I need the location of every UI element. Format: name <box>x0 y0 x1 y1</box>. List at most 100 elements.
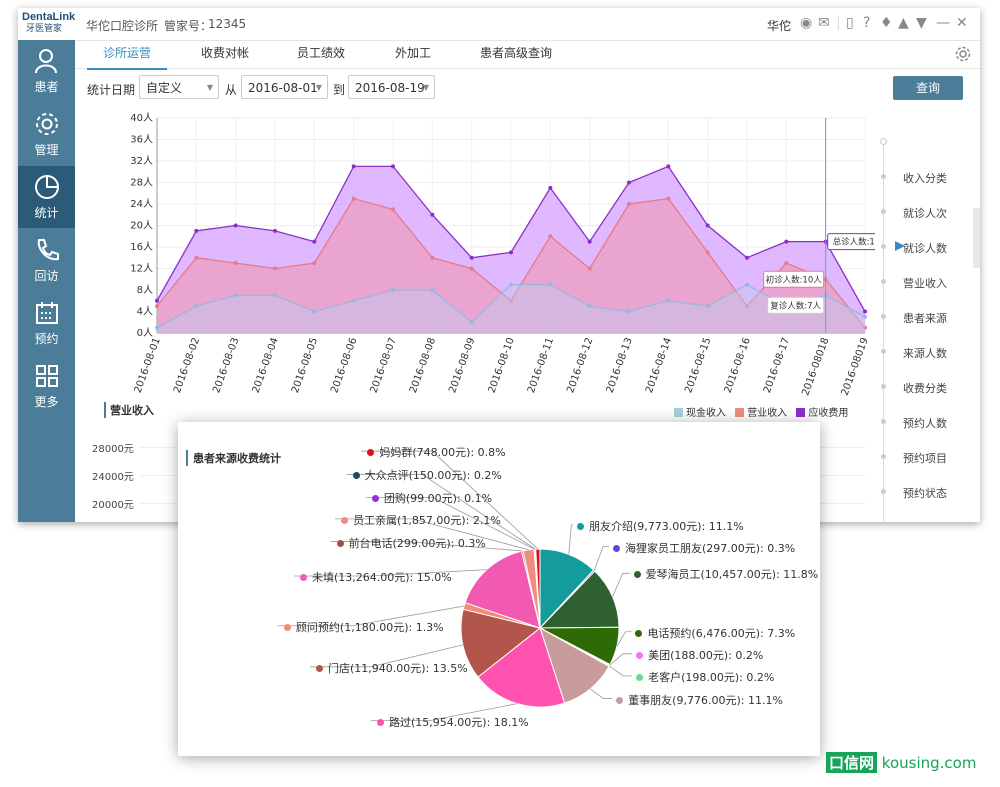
grid-icon <box>36 365 58 387</box>
tab-staff-performance[interactable]: 员工绩效 <box>281 40 361 68</box>
data-point[interactable] <box>666 196 671 201</box>
sidebar-item-appointments[interactable]: 预约 <box>18 292 75 354</box>
scrollbar-thumb[interactable] <box>973 208 980 268</box>
data-point[interactable] <box>784 239 789 244</box>
nav-item[interactable]: 预约项目 <box>903 450 947 466</box>
sidebar-item-followup[interactable]: 回访 <box>18 229 75 291</box>
data-point[interactable] <box>194 255 199 260</box>
settings-icon[interactable] <box>955 46 971 62</box>
data-point[interactable] <box>745 282 749 287</box>
data-point[interactable] <box>705 250 710 255</box>
data-point[interactable] <box>312 239 317 244</box>
data-point[interactable] <box>705 223 710 228</box>
data-point[interactable] <box>469 266 474 271</box>
mobile-icon[interactable]: ▯ <box>846 15 854 31</box>
nav-item[interactable]: 预约人数 <box>903 415 947 431</box>
nav-item[interactable]: 来源人数 <box>903 345 947 361</box>
nav-item[interactable]: 就诊人数 <box>903 240 947 256</box>
data-point[interactable] <box>273 228 277 233</box>
data-point[interactable] <box>666 164 671 169</box>
data-point[interactable] <box>548 234 553 239</box>
nav-item[interactable]: 收入分类 <box>903 170 947 186</box>
legend-item[interactable]: 应收费用 <box>796 404 848 419</box>
menu-dropdown-icon[interactable]: ▼ <box>916 15 927 31</box>
tooltip-text: 复诊人数:7人 <box>770 300 821 311</box>
data-point[interactable] <box>627 202 631 206</box>
data-point[interactable] <box>430 288 435 292</box>
data-point[interactable] <box>863 309 867 314</box>
from-date-picker[interactable]: 2016-08-01 ▼ <box>241 75 328 99</box>
data-point[interactable] <box>391 207 395 212</box>
date-mode-select[interactable]: 自定义 ▼ <box>139 75 219 99</box>
data-point[interactable] <box>351 164 356 169</box>
data-point[interactable] <box>351 196 356 201</box>
data-point[interactable] <box>745 255 749 260</box>
sidebar-item-patients[interactable]: 患者 <box>18 40 75 102</box>
tab-outsourcing[interactable]: 外加工 <box>373 40 453 68</box>
data-point[interactable] <box>509 250 513 255</box>
user-icon <box>35 49 57 74</box>
data-point[interactable] <box>666 298 671 303</box>
x-tick-label: 2016-08-10 <box>487 336 517 394</box>
tab-clinic-operations[interactable]: 诊所运营 <box>87 40 167 70</box>
data-point[interactable] <box>273 293 277 298</box>
data-point[interactable] <box>312 309 317 314</box>
data-point[interactable] <box>469 320 474 325</box>
to-date-picker[interactable]: 2016-08-19 ▼ <box>348 75 435 99</box>
data-point[interactable] <box>233 223 238 228</box>
x-tick-label: 2016-08-02 <box>172 336 202 394</box>
data-point[interactable] <box>509 282 513 287</box>
nav-dot <box>881 384 886 389</box>
nav-item[interactable]: 收费分类 <box>903 380 947 396</box>
data-point[interactable] <box>548 185 553 190</box>
data-point[interactable] <box>469 255 474 260</box>
data-point[interactable] <box>863 314 867 319</box>
x-tick-label: 2016-08-05 <box>290 336 320 394</box>
sidebar-item-management[interactable]: 管理 <box>18 103 75 165</box>
data-point[interactable] <box>391 164 395 169</box>
nav-item[interactable]: 预约状态 <box>903 485 947 501</box>
sidebar-item-more[interactable]: 更多 <box>18 355 75 417</box>
data-point[interactable] <box>312 261 317 266</box>
user-name[interactable]: 华佗 <box>767 17 791 34</box>
data-point[interactable] <box>273 266 277 271</box>
data-point[interactable] <box>430 212 435 217</box>
tab-billing-reconciliation[interactable]: 收费对帐 <box>185 40 265 68</box>
nav-top-dot <box>880 138 887 145</box>
legend-item[interactable]: 现金收入 <box>674 404 726 419</box>
pie-label-text: 老客户(198.00元): 0.2% <box>648 670 775 684</box>
data-point[interactable] <box>548 282 553 287</box>
nav-item[interactable]: 就诊人次 <box>903 205 947 221</box>
wechat-icon[interactable]: ◉ <box>800 15 812 31</box>
nav-item[interactable]: 患者来源 <box>903 310 947 326</box>
chat-icon[interactable]: ✉ <box>818 15 830 31</box>
data-point[interactable] <box>233 293 238 298</box>
close-icon[interactable]: ✕ <box>956 15 968 31</box>
data-point[interactable] <box>627 180 631 185</box>
shirt-icon[interactable]: ▲ <box>898 15 909 31</box>
bell-icon[interactable]: ♦ <box>880 15 893 31</box>
data-point[interactable] <box>587 239 592 244</box>
nav-item[interactable]: 营业收入 <box>903 275 947 291</box>
data-point[interactable] <box>391 288 395 292</box>
data-point[interactable] <box>351 298 356 303</box>
legend-item[interactable]: 营业收入 <box>735 404 787 419</box>
minimize-icon[interactable]: — <box>936 15 950 31</box>
query-button[interactable]: 查询 <box>893 76 963 100</box>
help-icon[interactable]: ? <box>863 15 870 31</box>
sidebar-item-statistics[interactable]: 统计 <box>18 166 75 228</box>
data-point[interactable] <box>155 304 159 309</box>
data-point[interactable] <box>587 266 592 271</box>
logo-text: DentaLink <box>22 11 76 23</box>
data-point[interactable] <box>194 228 199 233</box>
tab-advanced-patient-query[interactable]: 患者高级查询 <box>461 40 571 68</box>
data-point[interactable] <box>155 298 159 303</box>
data-point[interactable] <box>705 304 710 309</box>
data-point[interactable] <box>587 304 592 309</box>
data-point[interactable] <box>627 309 631 314</box>
data-point[interactable] <box>194 304 199 309</box>
data-point[interactable] <box>155 325 159 330</box>
data-point[interactable] <box>784 261 789 266</box>
data-point[interactable] <box>430 255 435 260</box>
data-point[interactable] <box>233 261 238 266</box>
